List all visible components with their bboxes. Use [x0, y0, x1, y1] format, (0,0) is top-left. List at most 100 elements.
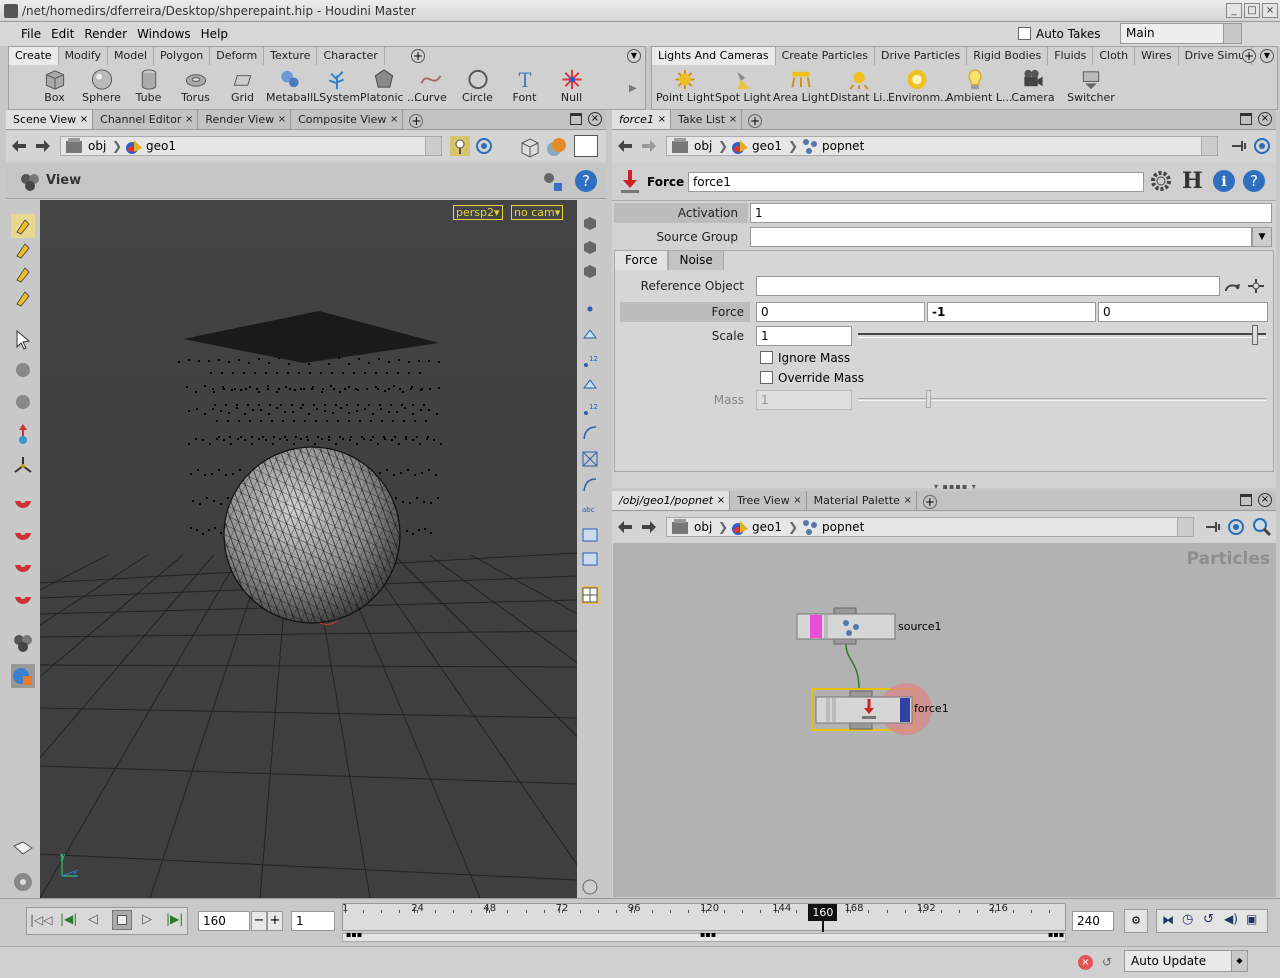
shelf-tool-metaball[interactable]: Metaball: [266, 67, 313, 109]
shelf-tab-model[interactable]: Model: [108, 47, 155, 65]
ignore-mass-toggle[interactable]: Ignore Mass: [760, 351, 850, 365]
reference-jump-icon[interactable]: [1222, 279, 1242, 295]
node-graph[interactable]: [613, 543, 1276, 897]
add-tab-icon[interactable]: +: [409, 114, 424, 128]
forward-icon-net[interactable]: [638, 517, 658, 537]
film-reel-icon[interactable]: [11, 870, 35, 894]
pane-menu-icon-param[interactable]: ×: [1258, 112, 1272, 126]
display-wireframe-icon[interactable]: [581, 214, 599, 232]
shelf-tab-drive-particles[interactable]: Drive Particles: [875, 47, 968, 65]
sculpt-mode-icon[interactable]: [11, 286, 35, 310]
close-tab-icon[interactable]: ×: [390, 110, 398, 129]
desktop-selector[interactable]: Main: [1120, 23, 1242, 44]
node-name-field[interactable]: force1: [688, 172, 1144, 192]
shelf-tool-font[interactable]: T Font: [501, 67, 548, 109]
shelf-tab-create[interactable]: Create: [9, 47, 59, 65]
net-path-popnet[interactable]: popnet: [822, 517, 864, 537]
step-back-icon[interactable]: |◀|: [60, 912, 77, 926]
close-tab-icon[interactable]: ×: [658, 110, 666, 129]
select-mode-icon[interactable]: [11, 214, 35, 238]
frame-step-field[interactable]: 1: [291, 911, 335, 931]
shelf-tool-distant-light[interactable]: Distant Li...: [830, 67, 893, 109]
override-mass-checkbox[interactable]: [760, 371, 773, 384]
menu-file[interactable]: File: [16, 22, 46, 46]
link-icon[interactable]: [474, 136, 494, 156]
jump-start-icon[interactable]: |◁◁: [30, 913, 53, 927]
node-source1[interactable]: [796, 607, 896, 645]
shelf-tool-camera[interactable]: Camera: [1004, 67, 1062, 109]
shelf-tool-null[interactable]: Null: [548, 67, 595, 109]
pane-tab-render-view[interactable]: Render View ×: [198, 110, 292, 129]
stop-button[interactable]: [112, 910, 132, 930]
pane-tab-obj-geo1-popnet[interactable]: /obj/geo1/popnet ×: [612, 491, 731, 510]
app-icon[interactable]: [4, 4, 18, 18]
shelf-tool-lsystem[interactable]: LSystem: [313, 67, 360, 109]
close-tab-icon[interactable]: ×: [278, 110, 286, 129]
pane-tab-channel-editor[interactable]: Channel Editor ×: [93, 110, 199, 129]
play-forward-icon[interactable]: ▷: [142, 912, 152, 927]
error-icon[interactable]: ×: [1078, 955, 1093, 970]
desktop-dropdown-icon[interactable]: [1223, 24, 1241, 43]
back-icon[interactable]: [10, 136, 30, 156]
frame-decrement-button[interactable]: −: [251, 911, 267, 931]
add-shelf-icon[interactable]: +: [411, 49, 425, 63]
snapping-icon[interactable]: [540, 169, 564, 193]
pane-tab-material-palette[interactable]: Material Palette ×: [807, 491, 917, 510]
shelf-tab-lights-and-cameras[interactable]: Lights And Cameras: [652, 47, 776, 65]
view-tool-icon[interactable]: [18, 169, 42, 193]
forward-icon[interactable]: [32, 136, 52, 156]
snapshot-icon[interactable]: [581, 550, 599, 568]
magnet-scale-icon[interactable]: [11, 590, 35, 614]
shelf-tool-curve[interactable]: Curve: [407, 67, 454, 109]
step-forward-icon[interactable]: |▶|: [166, 912, 183, 926]
frame-increment-button[interactable]: +: [267, 911, 283, 931]
shelf-tab-create-particles[interactable]: Create Particles: [776, 47, 875, 65]
shelf-tab-rigid-bodies[interactable]: Rigid Bodies: [967, 47, 1049, 65]
path-geo1[interactable]: geo1: [146, 136, 176, 156]
magnet-rotate-icon[interactable]: [11, 558, 35, 582]
close-tab-icon[interactable]: ×: [793, 491, 801, 510]
shelf-tab-wires[interactable]: Wires: [1135, 47, 1179, 65]
scale-field[interactable]: 1: [756, 326, 852, 346]
info-icon[interactable]: i: [1212, 169, 1236, 193]
link-icon-net[interactable]: [1226, 517, 1246, 537]
keys-icon[interactable]: ⧓: [1162, 913, 1174, 927]
global-animation-icon[interactable]: ▣: [1246, 912, 1257, 926]
display-lights-icon[interactable]: [581, 262, 599, 280]
help-icon[interactable]: ?: [574, 169, 598, 193]
pin-icon-param[interactable]: [1228, 136, 1248, 156]
shelf-tool-area-light[interactable]: Area Light: [772, 67, 830, 109]
shelf-tab-fluids[interactable]: Fluids: [1048, 47, 1094, 65]
range-handle-end[interactable]: ▪▪▪: [1048, 930, 1064, 939]
spherical-view-icon[interactable]: [581, 878, 599, 896]
update-mode-dropdown-icon[interactable]: ◆: [1231, 951, 1247, 971]
reference-chooser-icon[interactable]: [1246, 277, 1266, 295]
param-path-dropdown-icon[interactable]: [1201, 137, 1217, 155]
shading-icon[interactable]: [544, 135, 568, 159]
scale-slider-handle[interactable]: [1251, 325, 1258, 345]
maximize-icon[interactable]: □: [1244, 3, 1260, 18]
back-icon-param[interactable]: [616, 136, 636, 156]
pane-tab-composite-view[interactable]: Composite View ×: [291, 110, 404, 129]
uv-display-icon[interactable]: [581, 450, 599, 468]
pane-menu-icon[interactable]: ×: [588, 112, 602, 126]
activation-field[interactable]: 1: [750, 203, 1272, 223]
force-z-field[interactable]: 0: [1098, 302, 1268, 322]
override-mass-toggle[interactable]: Override Mass: [760, 371, 864, 385]
update-mode-selector[interactable]: Auto Update ◆: [1124, 950, 1248, 972]
maximize-pane-icon-net[interactable]: [1240, 494, 1252, 506]
point-numbers-icon[interactable]: 12: [581, 352, 599, 370]
net-path-obj[interactable]: obj: [694, 517, 712, 537]
select-icon[interactable]: [11, 328, 35, 352]
add-shelf-icon-right[interactable]: +: [1242, 49, 1256, 63]
viewport-scene[interactable]: [40, 200, 577, 898]
menu-edit[interactable]: Edit: [46, 22, 79, 46]
end-frame-field[interactable]: 240: [1072, 911, 1114, 931]
display-options-icon[interactable]: [518, 135, 542, 159]
menu-help[interactable]: Help: [196, 22, 233, 46]
range-handle-start[interactable]: ▪▪▪: [346, 930, 362, 939]
close-icon[interactable]: ×: [1262, 3, 1278, 18]
shelf-tool-environment-light[interactable]: Environm...: [888, 67, 951, 109]
auto-takes-checkbox[interactable]: [1018, 27, 1031, 40]
shelf-tool-sphere[interactable]: Sphere: [78, 67, 125, 109]
